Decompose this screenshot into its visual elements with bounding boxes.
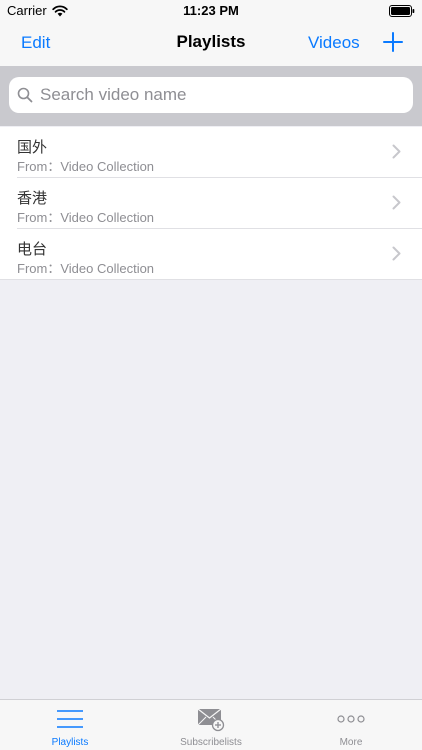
search-bar-container [0, 66, 422, 126]
playlist-list: 国外 From：Video Collection 香港 From：Video C… [0, 127, 422, 280]
list-icon [57, 710, 83, 728]
list-separator [0, 279, 422, 280]
chevron-right-icon [392, 144, 401, 159]
battery-icon [389, 5, 415, 17]
playlist-item[interactable]: 电台 From：Video Collection [0, 229, 422, 279]
mail-add-icon [197, 708, 225, 732]
navigation-bar: Edit Playlists Videos [0, 22, 422, 66]
playlist-item[interactable]: 香港 From：Video Collection [0, 178, 422, 228]
chevron-right-icon [392, 195, 401, 210]
tab-bar: Playlists Subscribelists More [0, 699, 422, 750]
playlist-item[interactable]: 国外 From：Video Collection [0, 127, 422, 177]
playlist-title: 国外 [17, 139, 48, 156]
videos-button[interactable]: Videos [308, 33, 360, 53]
status-bar: Carrier 11:23 PM [0, 0, 422, 22]
more-dots-icon [337, 715, 365, 723]
playlist-title: 电台 [17, 241, 48, 258]
search-icon [17, 87, 33, 103]
playlist-source: From：Video Collection [17, 261, 155, 276]
search-input[interactable] [38, 84, 402, 106]
status-time: 11:23 PM [183, 3, 239, 18]
tab-label: Playlists [51, 737, 89, 748]
tab-more[interactable]: More [281, 700, 421, 750]
add-icon[interactable] [381, 30, 405, 54]
search-box[interactable] [9, 77, 413, 113]
playlist-source: From：Video Collection [17, 159, 155, 174]
playlist-source: From：Video Collection [17, 210, 155, 225]
playlist-title: 香港 [17, 190, 48, 207]
chevron-right-icon [392, 246, 401, 261]
tab-label: More [339, 737, 363, 748]
tab-label: Subscribelists [180, 737, 242, 748]
tab-playlists[interactable]: Playlists [0, 700, 140, 750]
tab-subscribelists[interactable]: Subscribelists [141, 700, 281, 750]
